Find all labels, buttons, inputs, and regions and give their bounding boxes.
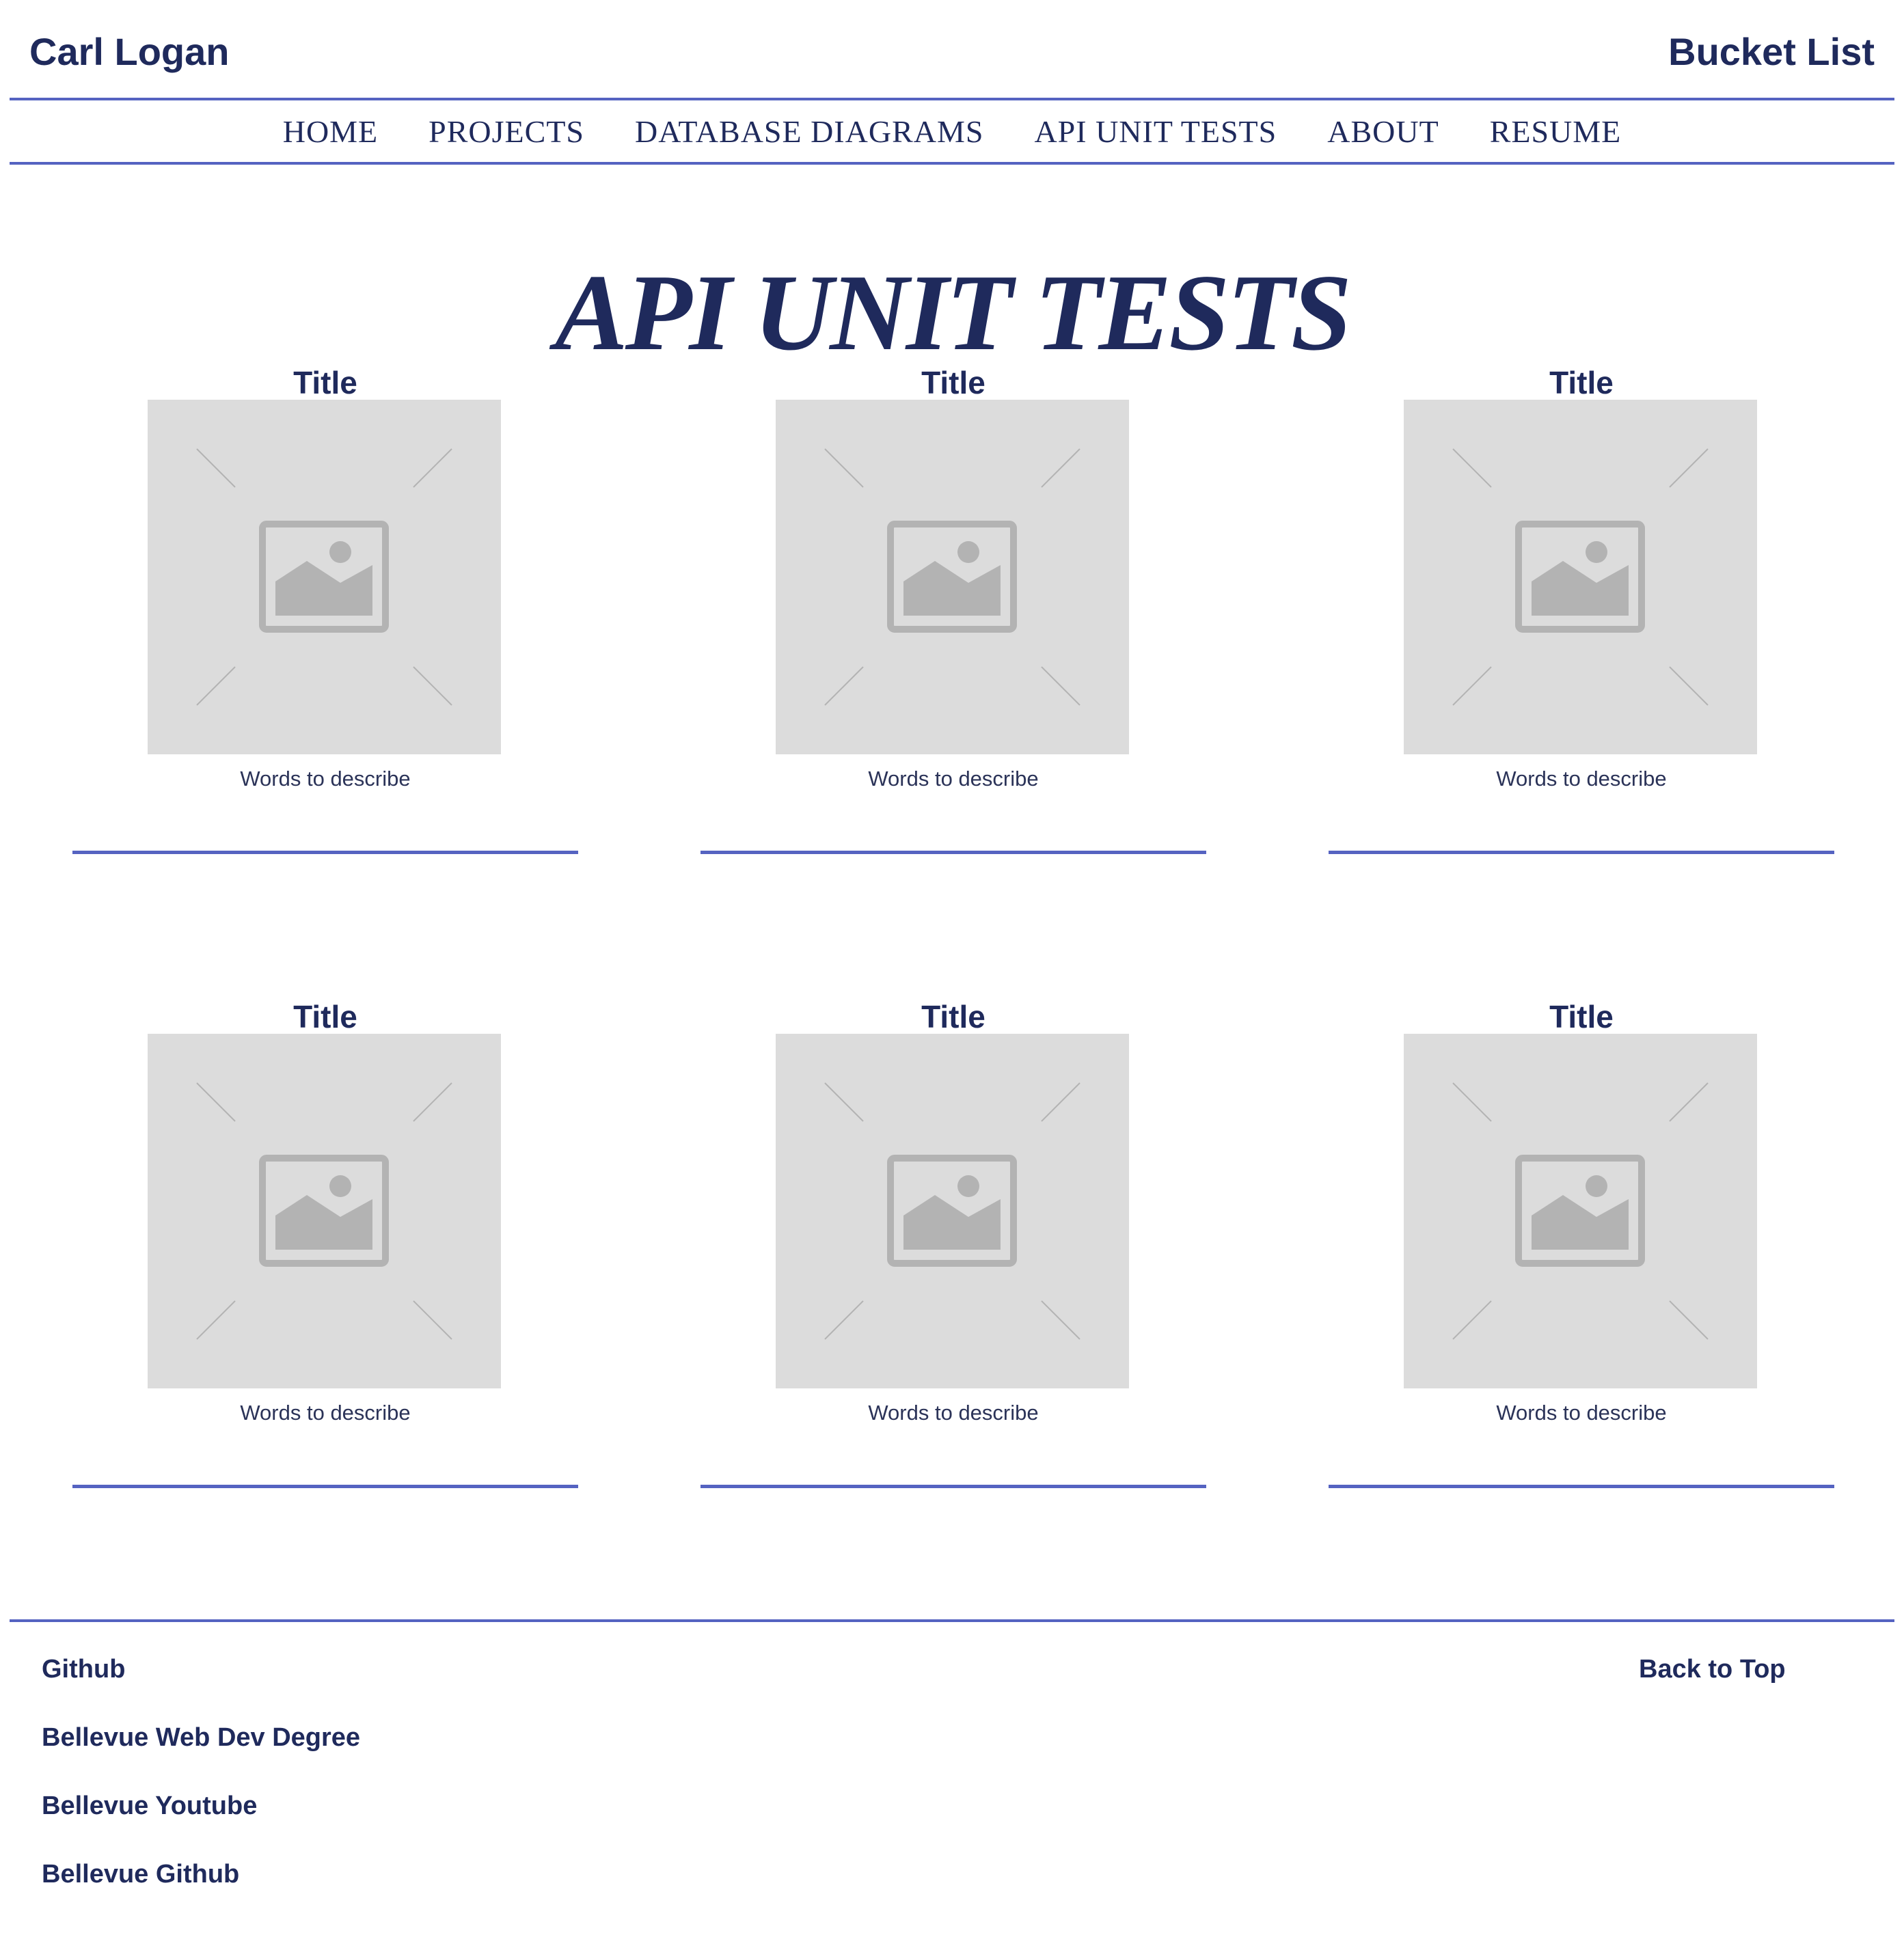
image-placeholder-icon — [776, 1034, 1129, 1388]
nav-item-home[interactable]: HOME — [283, 113, 378, 150]
card-divider — [1329, 851, 1834, 854]
card-divider — [701, 1485, 1206, 1488]
card-divider — [1329, 1485, 1834, 1488]
bucket-list-link[interactable]: Bucket List — [1668, 26, 1875, 78]
nav-item-about[interactable]: ABOUT — [1327, 113, 1439, 150]
nav-item-api-unit-tests[interactable]: API UNIT TESTS — [1034, 113, 1277, 150]
project-card: Title Words to describe — [701, 996, 1206, 1488]
nav-item-projects[interactable]: PROJECTS — [429, 113, 584, 150]
footer-link-bellevue-web-dev-degree[interactable]: Bellevue Web Dev Degree — [42, 1720, 360, 1755]
card-title: Title — [1549, 999, 1614, 1034]
card-title: Title — [1549, 365, 1614, 400]
card-divider — [72, 1485, 578, 1488]
footer-link-bellevue-github[interactable]: Bellevue Github — [42, 1857, 239, 1891]
footer-link-bellevue-youtube[interactable]: Bellevue Youtube — [42, 1789, 257, 1823]
card-title: Title — [293, 365, 357, 400]
project-card: Title Words to describe — [701, 362, 1206, 854]
project-card: Title Words to describe — [1329, 996, 1834, 1488]
image-placeholder-icon — [1404, 400, 1757, 754]
card-description: Words to describe — [868, 1401, 1039, 1425]
image-placeholder-icon — [148, 400, 501, 754]
card-divider — [72, 851, 578, 854]
footer-divider — [10, 1619, 1894, 1622]
card-title: Title — [921, 365, 985, 400]
card-description: Words to describe — [1496, 767, 1667, 791]
card-description: Words to describe — [868, 767, 1039, 791]
card-description: Words to describe — [1496, 1401, 1667, 1425]
image-placeholder-icon — [1404, 1034, 1757, 1388]
back-to-top-link[interactable]: Back to Top — [1639, 1652, 1786, 1686]
card-description: Words to describe — [240, 1401, 411, 1425]
nav-item-resume[interactable]: RESUME — [1490, 113, 1622, 150]
image-placeholder-icon — [776, 400, 1129, 754]
card-title: Title — [921, 999, 985, 1034]
project-card: Title Words to describe — [72, 996, 578, 1488]
project-card: Title Words to describe — [1329, 362, 1834, 854]
brand-name-link[interactable]: Carl Logan — [29, 26, 229, 78]
card-description: Words to describe — [240, 767, 411, 791]
card-divider — [701, 851, 1206, 854]
image-placeholder-icon — [148, 1034, 501, 1388]
page-title: API UNIT TESTS — [555, 251, 1352, 374]
card-title: Title — [293, 999, 357, 1034]
footer-link-github[interactable]: Github — [42, 1652, 125, 1686]
main-nav: HOME PROJECTS DATABASE DIAGRAMS API UNIT… — [0, 100, 1904, 162]
nav-item-database-diagrams[interactable]: DATABASE DIAGRAMS — [635, 113, 983, 150]
site-header: Carl Logan Bucket List — [0, 0, 1904, 99]
nav-divider — [10, 162, 1894, 165]
project-card: Title Words to describe — [72, 362, 578, 854]
